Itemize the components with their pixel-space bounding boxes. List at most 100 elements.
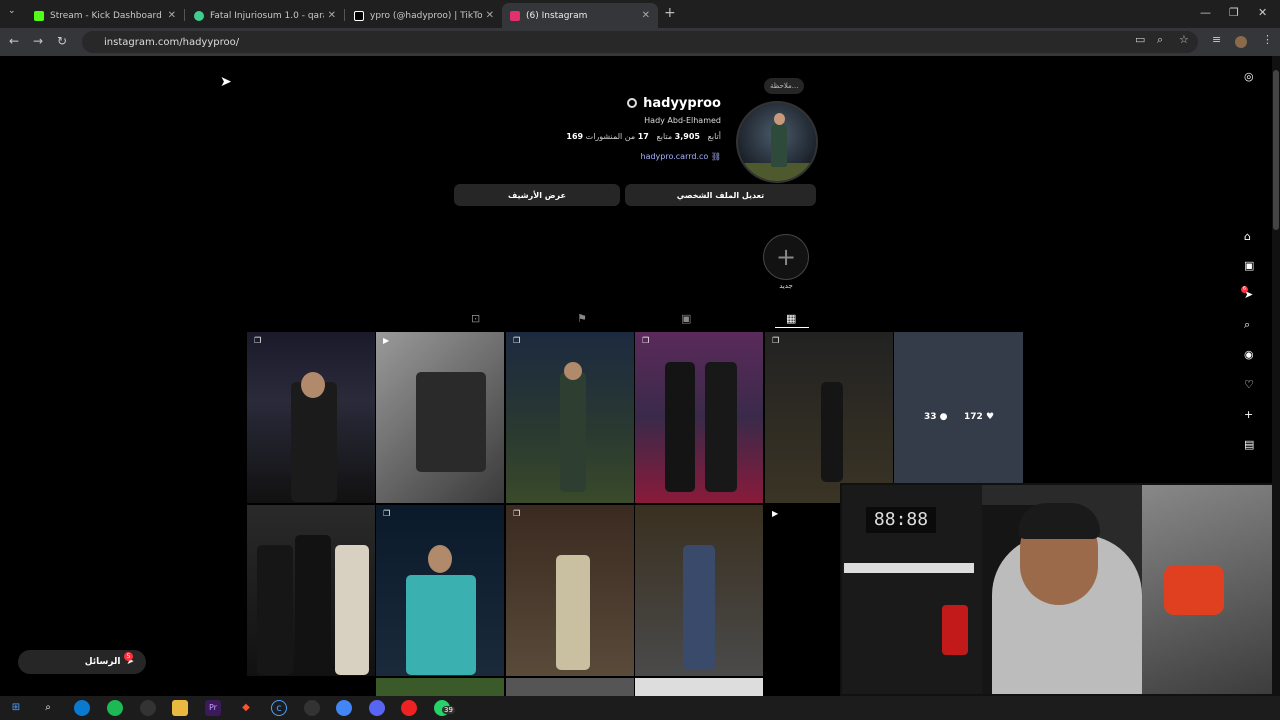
tab-title: (6) Instagram: [526, 10, 588, 21]
link-text[interactable]: hadypro.carrd.co: [641, 152, 709, 161]
obs-icon[interactable]: [304, 700, 320, 716]
close-icon[interactable]: ✕: [168, 10, 176, 21]
following-label[interactable]: أتابع: [708, 132, 721, 141]
post-hover-overlay[interactable]: 33 ● 172 ♥: [894, 332, 1023, 503]
tiktok-icon: [354, 10, 364, 21]
close-icon[interactable]: ✕: [328, 10, 336, 21]
tab-saved[interactable]: ⚑: [577, 312, 587, 325]
zoom-icon[interactable]: ⌕: [1157, 33, 1163, 47]
post-thumbnail[interactable]: ❐: [506, 332, 634, 503]
app-icon[interactable]: [401, 700, 417, 716]
post-thumbnail[interactable]: ❐: [376, 505, 504, 676]
back-icon[interactable]: ←: [9, 34, 19, 48]
heart-icon: ♥: [985, 412, 995, 422]
instagram-logo-icon[interactable]: ◎: [1244, 70, 1254, 83]
dashboard-icon[interactable]: ▤: [1244, 438, 1254, 451]
browser-tab-strip: ⌄ Stream - Kick Dashboard ✕ Fatal Injuri…: [0, 0, 1280, 28]
media-control-icon[interactable]: ≡: [1212, 33, 1221, 46]
home-icon[interactable]: ⌂: [1244, 230, 1251, 243]
profile-avatar[interactable]: [736, 101, 818, 183]
post-thumbnail[interactable]: [635, 678, 763, 696]
comment-icon: ●: [939, 412, 948, 422]
following-count[interactable]: 169: [566, 132, 583, 141]
create-icon[interactable]: +: [1244, 408, 1253, 421]
reels-icon[interactable]: ▣: [1244, 259, 1254, 272]
post-thumbnail[interactable]: ❐: [247, 332, 375, 503]
address-bar[interactable]: instagram.com/hadyyproo/: [82, 31, 1198, 53]
tab-reels[interactable]: ▣: [681, 312, 691, 325]
digital-clock: 88:88: [866, 507, 936, 533]
start-icon[interactable]: ⊞: [8, 700, 24, 716]
premiere-icon[interactable]: Pr: [205, 700, 221, 716]
link-icon: ⛓: [710, 152, 721, 161]
post-thumbnail[interactable]: ❐: [506, 505, 634, 676]
tab-posts-grid[interactable]: ▦: [786, 312, 796, 325]
tab-title: Fatal Injuriosum 1.0 - qaraqshy: [210, 10, 324, 21]
followers-label[interactable]: متابع: [657, 132, 673, 141]
new-highlight-label: جديد: [779, 282, 793, 290]
heart-icon[interactable]: ♡: [1244, 378, 1254, 391]
new-tab-button[interactable]: +: [664, 5, 676, 21]
forward-icon[interactable]: →: [33, 34, 43, 48]
post-thumbnail[interactable]: [506, 678, 634, 696]
discord-icon[interactable]: [369, 700, 385, 716]
tab-fatal-injuriosum[interactable]: Fatal Injuriosum 1.0 - qaraqshy ✕: [186, 3, 344, 28]
minimize-button[interactable]: —: [1200, 6, 1211, 19]
tab-tiktok[interactable]: ypro (@hadyproo) | TikTok(70) ✕: [346, 3, 502, 28]
carousel-icon: ❐: [513, 509, 521, 518]
brave-icon[interactable]: ◆: [238, 700, 254, 716]
carousel-icon: ❐: [772, 336, 780, 345]
tab-title: Stream - Kick Dashboard: [50, 10, 162, 21]
notification-badge: 6: [1241, 286, 1248, 293]
close-icon[interactable]: ✕: [486, 10, 494, 21]
view-archive-button[interactable]: عرض الأرشيف: [454, 184, 620, 206]
restore-button[interactable]: ❐: [1229, 6, 1239, 19]
comments-stat: 33 ●: [924, 412, 948, 422]
settings-icon[interactable]: [627, 98, 638, 108]
posts-label: من المنشورات: [585, 132, 636, 141]
profile-link[interactable]: hadypro.carrd.co ⛓: [540, 152, 722, 161]
tab-search-icon[interactable]: ⌄: [8, 6, 16, 16]
menu-dots-icon[interactable]: ⋮: [1262, 33, 1273, 46]
profile-avatar-icon[interactable]: [1235, 36, 1247, 48]
site-icon: [194, 10, 204, 21]
spotify-icon[interactable]: [107, 700, 123, 716]
whatsapp-badge: 39: [442, 706, 455, 714]
comments-count: 33: [924, 412, 937, 422]
edit-profile-button[interactable]: تعديل الملف الشخصي: [625, 184, 816, 206]
reel-icon: ▶: [772, 509, 779, 518]
explore-icon[interactable]: ◉: [1244, 348, 1254, 361]
page-scrollbar[interactable]: [1272, 56, 1280, 696]
followers-count[interactable]: 3,905: [675, 132, 700, 141]
post-thumbnail[interactable]: [635, 505, 763, 676]
post-thumbnail[interactable]: ▶: [765, 505, 840, 676]
app-icon[interactable]: c: [271, 700, 287, 716]
close-window-button[interactable]: ✕: [1258, 6, 1267, 19]
post-thumbnail[interactable]: ▶: [376, 332, 504, 503]
note-bubble[interactable]: ملاحظة...: [764, 78, 805, 94]
carousel-icon: ❐: [513, 336, 521, 345]
post-thumbnail[interactable]: [247, 505, 375, 676]
likes-count: 172: [964, 412, 983, 422]
search-icon[interactable]: ⌕: [1244, 318, 1250, 332]
instagram-page: ➤ ملاحظة... hadyyproo Hady Abd-Elhamed 1…: [0, 56, 1280, 696]
tab-kick[interactable]: Stream - Kick Dashboard ✕: [26, 3, 184, 28]
bookmark-star-icon[interactable]: ☆: [1179, 33, 1189, 46]
app-icon[interactable]: [140, 700, 156, 716]
reel-icon: ▶: [383, 336, 390, 345]
tab-instagram[interactable]: (6) Instagram ✕: [502, 3, 658, 28]
new-highlight-button[interactable]: +: [763, 234, 809, 280]
cast-icon[interactable]: ▭: [1135, 33, 1145, 46]
edge-icon[interactable]: [74, 700, 90, 716]
search-icon[interactable]: ⌕: [40, 700, 56, 716]
likes-stat: 172 ♥: [964, 412, 994, 422]
post-thumbnail[interactable]: ❐: [765, 332, 893, 503]
chrome-icon[interactable]: [336, 700, 352, 716]
messages-label: الرسائل: [84, 657, 121, 667]
reload-icon[interactable]: ↻: [57, 34, 67, 48]
close-icon[interactable]: ✕: [642, 10, 650, 21]
folder-icon[interactable]: [172, 700, 188, 716]
post-thumbnail[interactable]: ❐: [635, 332, 763, 503]
post-thumbnail[interactable]: [376, 678, 504, 696]
tab-tagged[interactable]: ⊡: [471, 312, 480, 325]
